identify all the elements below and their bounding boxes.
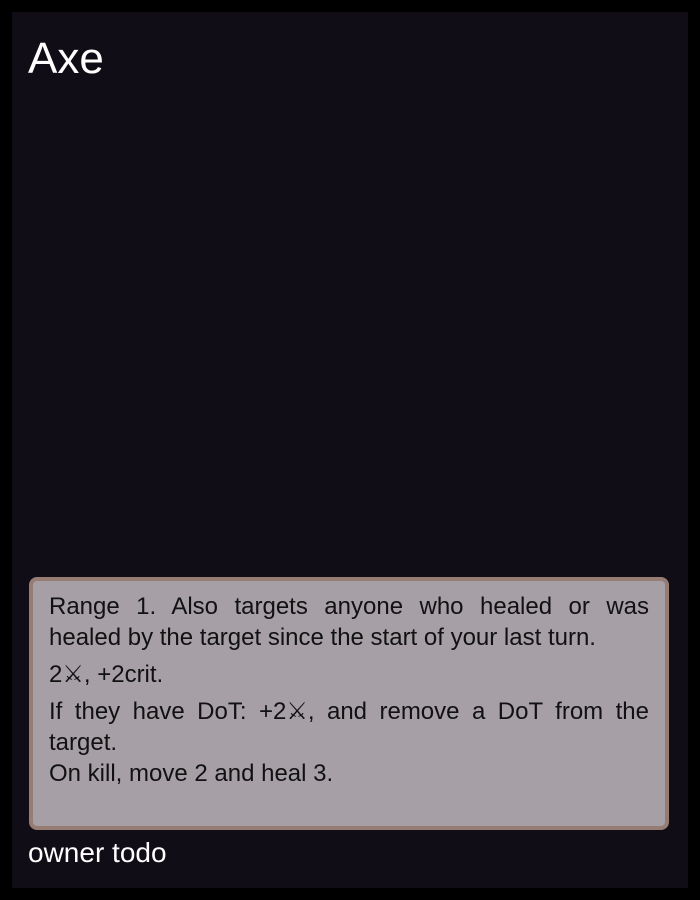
ability-card[interactable]: Axe Range 1. Also targets anyone who hea… bbox=[12, 12, 688, 888]
card-rules-range-line: Range 1. Also targets anyone who healed … bbox=[49, 593, 649, 651]
card-rules-text-box: Range 1. Also targets anyone who healed … bbox=[29, 577, 669, 830]
card-rules-dot-line: If they have DoT: +2⚔, and remove a DoT … bbox=[49, 698, 649, 756]
card-rules-damage-line: 2⚔, +2crit. bbox=[49, 661, 164, 688]
card-rules-kill-line: On kill, move 2 and heal 3. bbox=[49, 760, 334, 787]
card-owner-label: owner todo bbox=[28, 837, 167, 868]
card-title: Axe bbox=[28, 34, 104, 83]
